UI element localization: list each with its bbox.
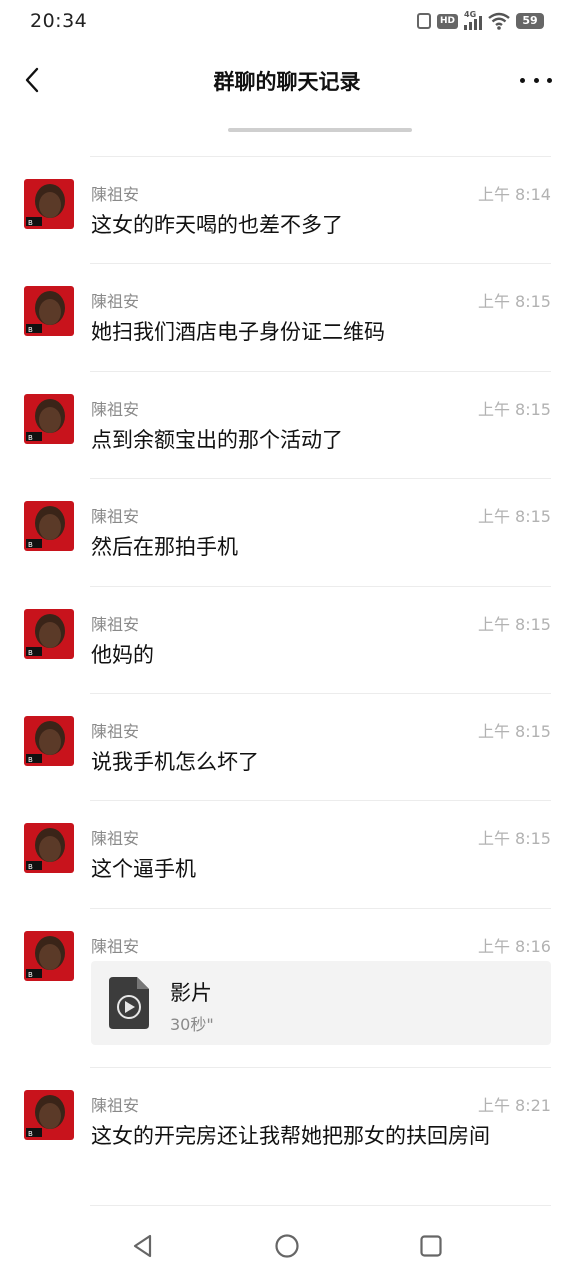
nav-back-icon[interactable] bbox=[130, 1233, 156, 1259]
avatar-image: B bbox=[24, 823, 74, 873]
message-time: 上午 8:15 bbox=[477, 400, 551, 419]
battery-icon: 59 bbox=[516, 13, 544, 29]
svg-text:B: B bbox=[28, 756, 33, 764]
message-time: 上午 8:14 bbox=[477, 185, 551, 204]
avatar[interactable]: B bbox=[24, 179, 74, 229]
network-type: 4G bbox=[464, 10, 477, 19]
video-file-icon bbox=[109, 977, 149, 1029]
hd-icon: HD bbox=[436, 13, 458, 29]
status-icons: HD 4G 59 bbox=[416, 10, 544, 30]
sender-name: 陳祖安 bbox=[91, 829, 140, 848]
avatar[interactable]: B bbox=[24, 823, 74, 873]
video-file-card[interactable]: 影片 30秒" bbox=[91, 961, 551, 1045]
message-time: 上午 8:15 bbox=[477, 722, 551, 741]
nav-home-icon[interactable] bbox=[274, 1233, 300, 1259]
list-item[interactable]: B 陳祖安 上午 8:15 点到余额宝出的那个活动了 bbox=[0, 372, 574, 479]
svg-text:B: B bbox=[28, 541, 33, 549]
sender-name: 陳祖安 bbox=[91, 722, 140, 741]
avatar-image: B bbox=[24, 931, 74, 981]
sender-name: 陳祖安 bbox=[91, 937, 140, 956]
message-time: 上午 8:15 bbox=[477, 615, 551, 634]
avatar-image: B bbox=[24, 501, 74, 551]
message-text: 说我手机怎么坏了 bbox=[91, 750, 259, 774]
sender-name: 陳祖安 bbox=[91, 1096, 140, 1115]
avatar-image: B bbox=[24, 716, 74, 766]
avatar-image: B bbox=[24, 179, 74, 229]
sender-name: 陳祖安 bbox=[91, 615, 140, 634]
avatar[interactable]: B bbox=[24, 716, 74, 766]
avatar[interactable]: B bbox=[24, 286, 74, 336]
more-button[interactable] bbox=[520, 70, 552, 90]
svg-text:B: B bbox=[28, 434, 33, 442]
page-title: 群聊的聊天记录 bbox=[213, 70, 361, 94]
avatar-image: B bbox=[24, 286, 74, 336]
svg-text:B: B bbox=[28, 1130, 33, 1138]
sender-name: 陳祖安 bbox=[91, 507, 140, 526]
vibrate-icon bbox=[416, 13, 431, 29]
svg-text:B: B bbox=[28, 863, 33, 871]
signal-icon: 4G bbox=[464, 10, 482, 30]
list-item[interactable]: B 陳祖安 上午 8:16 影片 30秒" bbox=[0, 909, 574, 1068]
more-dots-icon bbox=[520, 77, 525, 83]
avatar[interactable]: B bbox=[24, 931, 74, 981]
status-time: 20:34 bbox=[30, 10, 88, 32]
avatar-image: B bbox=[24, 394, 74, 444]
list-item[interactable]: B 陳祖安 上午 8:15 她扫我们酒店电子身份证二维码 bbox=[0, 264, 574, 372]
avatar[interactable]: B bbox=[24, 609, 74, 659]
avatar[interactable]: B bbox=[24, 501, 74, 551]
divider bbox=[90, 1205, 551, 1206]
list-item[interactable]: B 陳祖安 上午 8:21 这女的开完房还让我帮她把那女的扶回房间 bbox=[0, 1068, 574, 1206]
header: 群聊的聊天记录 bbox=[0, 44, 574, 116]
avatar-image: B bbox=[24, 1090, 74, 1140]
file-name: 影片 bbox=[170, 981, 212, 1005]
nav-recent-icon[interactable] bbox=[418, 1233, 444, 1259]
system-navigation-bar bbox=[0, 1212, 574, 1280]
message-time: 上午 8:15 bbox=[477, 507, 551, 526]
message-time: 上午 8:15 bbox=[477, 292, 551, 311]
sender-name: 陳祖安 bbox=[91, 292, 140, 311]
message-time: 上午 8:21 bbox=[477, 1096, 551, 1115]
svg-text:B: B bbox=[28, 326, 33, 334]
avatar-image: B bbox=[24, 609, 74, 659]
list-item[interactable]: B 陳祖安 上午 8:14 这女的昨天喝的也差不多了 bbox=[0, 157, 574, 264]
sender-name: 陳祖安 bbox=[91, 185, 140, 204]
drag-handle[interactable] bbox=[228, 128, 412, 132]
message-time: 上午 8:15 bbox=[477, 829, 551, 848]
list-item[interactable]: B 陳祖安 上午 8:15 他妈的 bbox=[0, 587, 574, 694]
svg-text:B: B bbox=[28, 649, 33, 657]
svg-text:B: B bbox=[28, 219, 33, 227]
file-duration: 30秒" bbox=[170, 1015, 214, 1034]
message-text: 他妈的 bbox=[91, 643, 154, 667]
message-text: 她扫我们酒店电子身份证二维码 bbox=[91, 320, 385, 344]
message-text: 这女的昨天喝的也差不多了 bbox=[91, 213, 343, 237]
list-item[interactable]: B 陳祖安 上午 8:15 这个逼手机 bbox=[0, 801, 574, 909]
message-text: 这个逼手机 bbox=[91, 857, 196, 881]
wifi-icon bbox=[488, 12, 510, 30]
sender-name: 陳祖安 bbox=[91, 400, 140, 419]
message-text: 然后在那拍手机 bbox=[91, 535, 238, 559]
avatar[interactable]: B bbox=[24, 1090, 74, 1140]
message-text: 这女的开完房还让我帮她把那女的扶回房间 bbox=[91, 1124, 490, 1148]
list-item[interactable]: B 陳祖安 上午 8:15 然后在那拍手机 bbox=[0, 479, 574, 587]
status-bar: 20:34 HD 4G 59 bbox=[0, 0, 574, 44]
message-text: 点到余额宝出的那个活动了 bbox=[91, 428, 343, 452]
list-item[interactable]: B 陳祖安 上午 8:15 说我手机怎么坏了 bbox=[0, 694, 574, 801]
message-time: 上午 8:16 bbox=[477, 937, 551, 956]
svg-text:B: B bbox=[28, 971, 33, 979]
avatar[interactable]: B bbox=[24, 394, 74, 444]
